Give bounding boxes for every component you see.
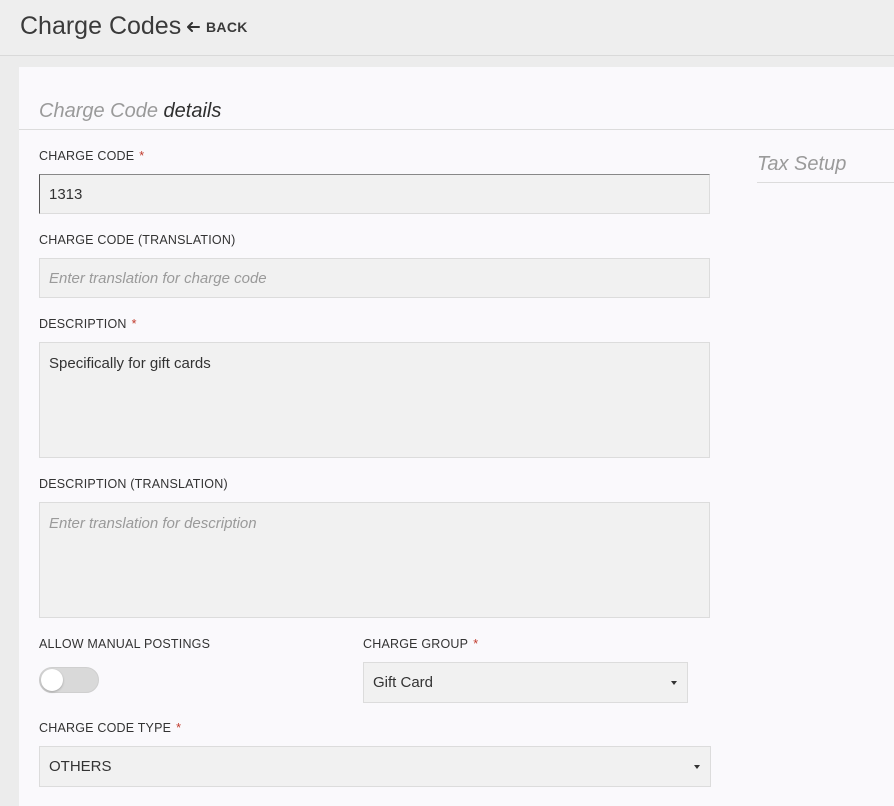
- charge-code-type-select[interactable]: OTHERS: [39, 746, 711, 787]
- charge-code-input[interactable]: [39, 174, 710, 214]
- charge-code-card: Charge Code details Tax Setup CHARGE COD…: [19, 67, 894, 806]
- charge-group-label: CHARGE GROUP *: [363, 637, 478, 651]
- back-label: BACK: [206, 19, 248, 35]
- allow-manual-postings-label-text: ALLOW MANUAL POSTINGS: [39, 637, 211, 651]
- charge-code-translation-input[interactable]: [39, 258, 710, 298]
- page-title: Charge Codes: [20, 12, 182, 40]
- charge-code-translation-label-text: CHARGE CODE (TRANSLATION): [39, 233, 236, 247]
- description-label-text: DESCRIPTION: [39, 317, 127, 331]
- toggle-knob: [41, 669, 63, 691]
- charge-group-label-text: CHARGE GROUP: [363, 637, 469, 651]
- description-translation-textarea[interactable]: [39, 502, 710, 618]
- section-title: Charge Code details: [39, 100, 221, 123]
- charge-code-type-label-text: CHARGE CODE TYPE: [39, 721, 172, 735]
- caret-down-icon: [694, 764, 700, 769]
- charge-code-label-text: CHARGE CODE: [39, 149, 135, 163]
- charge-code-label: CHARGE CODE *: [39, 149, 144, 163]
- description-translation-label: DESCRIPTION (TRANSLATION): [39, 477, 228, 491]
- section-title-strong: details: [163, 100, 222, 122]
- required-marker: *: [139, 149, 145, 163]
- page-header: Charge Codes BACK: [0, 0, 894, 56]
- allow-manual-postings-label: ALLOW MANUAL POSTINGS: [39, 637, 210, 651]
- description-translation-label-text: DESCRIPTION (TRANSLATION): [39, 477, 228, 491]
- arrow-left-icon: [187, 22, 200, 32]
- required-marker: *: [131, 317, 137, 331]
- charge-code-type-value: OTHERS: [49, 758, 112, 775]
- required-marker: *: [473, 637, 479, 651]
- allow-manual-postings-toggle[interactable]: [39, 667, 99, 693]
- back-button[interactable]: BACK: [187, 19, 248, 35]
- charge-group-value: Gift Card: [373, 674, 434, 691]
- caret-down-icon: [671, 680, 677, 685]
- charge-code-translation-label: CHARGE CODE (TRANSLATION): [39, 233, 235, 247]
- tax-setup-title: Tax Setup: [757, 153, 847, 175]
- section-divider: [19, 129, 894, 130]
- tax-setup-divider: [757, 182, 894, 183]
- description-label: DESCRIPTION *: [39, 317, 137, 331]
- section-title-light: Charge Code: [39, 100, 158, 122]
- charge-code-type-label: CHARGE CODE TYPE *: [39, 721, 181, 735]
- required-marker: *: [176, 721, 182, 735]
- description-textarea[interactable]: Specifically for gift cards: [39, 342, 710, 458]
- charge-group-select[interactable]: Gift Card: [363, 662, 688, 703]
